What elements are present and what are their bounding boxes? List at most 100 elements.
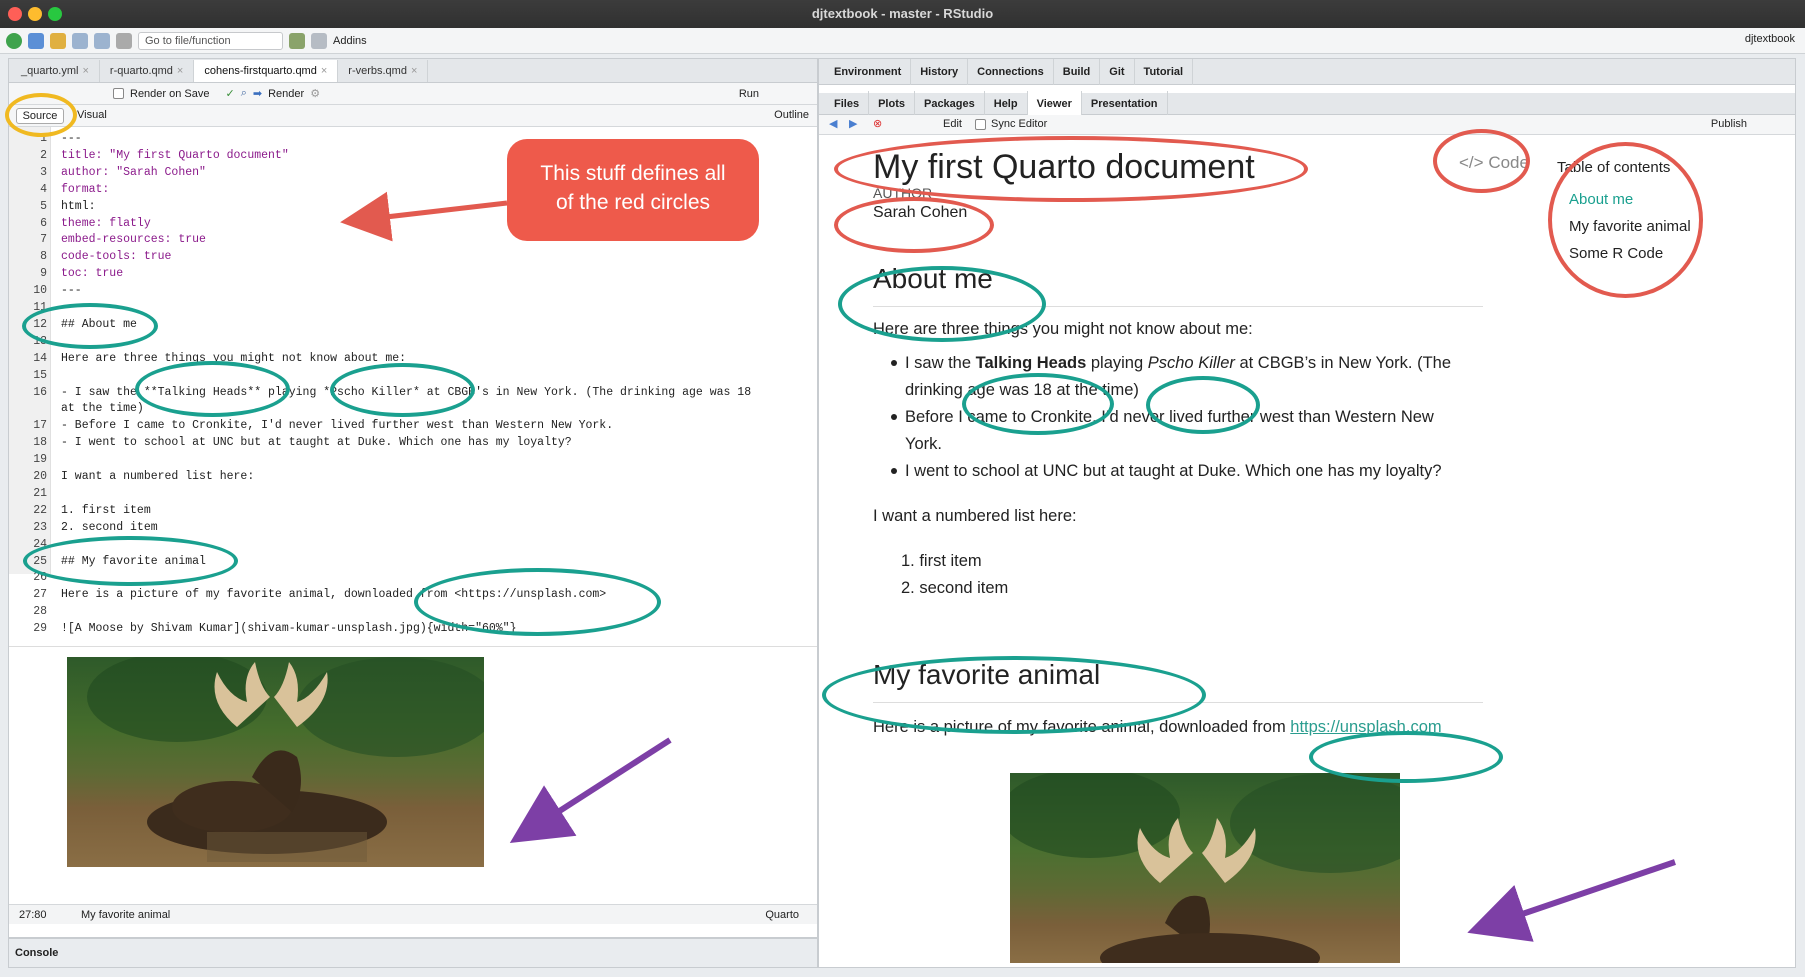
line-number: 13 — [33, 334, 47, 348]
numbered-item-1: 1. first item — [901, 552, 982, 570]
line-gutter: 1 2 3 4 5 6 7 8 9 10 11 12 13 14 15 16 17 18 19 20 21 22 23 24 2… — [9, 127, 51, 635]
back-icon[interactable]: ◀ — [829, 117, 837, 130]
tab-connections[interactable]: Connections — [968, 59, 1054, 85]
line-number: 3 — [40, 165, 47, 179]
title-bar: djtextbook - master - RStudio — [0, 0, 1805, 28]
toc-item-favorite-animal[interactable]: My favorite animal — [1569, 218, 1691, 235]
callout-line-1: This stuff defines all — [540, 162, 726, 185]
new-file-icon[interactable] — [6, 32, 22, 49]
toc-item-some-r-code[interactable]: Some R Code — [1569, 245, 1663, 262]
author-label: AUTHOR — [873, 185, 933, 201]
code-line: theme: flatly — [61, 216, 151, 230]
project-menu[interactable]: djtextbook — [1745, 33, 1795, 45]
new-project-icon[interactable] — [28, 32, 44, 49]
line-number: 24 — [33, 537, 47, 551]
print-icon[interactable] — [116, 32, 132, 49]
close-tab-icon[interactable]: × — [82, 65, 88, 77]
render-button[interactable]: Render — [268, 88, 304, 100]
code-line: at the time) — [61, 402, 144, 416]
source-mode-button[interactable]: Source — [16, 108, 64, 124]
code-line: code-tools: true — [61, 250, 172, 264]
file-type-menu[interactable]: Quarto — [765, 905, 799, 925]
moose-image — [67, 657, 484, 867]
tab-tutorial[interactable]: Tutorial — [1135, 59, 1194, 85]
publish-button[interactable]: Publish — [1711, 118, 1747, 130]
stop-icon[interactable]: ⊗ — [873, 117, 882, 130]
grid-icon[interactable] — [311, 32, 327, 49]
italic-text: Pscho Killer — [1147, 354, 1235, 372]
bullet — [891, 468, 897, 474]
close-window-button[interactable] — [8, 7, 22, 21]
outline-button[interactable]: Outline — [774, 109, 809, 121]
heading-about-me: About me — [873, 263, 993, 294]
code-line: embed-resources: true — [61, 233, 206, 247]
section-navigator[interactable]: My favorite animal — [81, 905, 170, 925]
sync-editor-checkbox[interactable] — [975, 119, 986, 130]
render-on-save-checkbox[interactable] — [113, 88, 124, 99]
render-icon[interactable]: ➡ — [253, 87, 262, 100]
visual-mode-button[interactable]: Visual — [77, 109, 107, 121]
close-tab-icon[interactable]: × — [321, 65, 327, 77]
code-line: Here are three things you might not know… — [61, 351, 407, 365]
main-toolbar: Go to file/function Addins djtextbook — [0, 28, 1805, 54]
tab-label: r-quarto.qmd — [109, 65, 173, 77]
line-number: 11 — [33, 301, 47, 314]
toc-item-about-me[interactable]: About me — [1569, 191, 1633, 208]
viewer-toolbar: ◀ ▶ ⊗ Edit Sync Editor Publish — [819, 115, 1795, 135]
text: Here is a picture of my favorite animal,… — [873, 718, 1291, 736]
tab-presentation[interactable]: Presentation — [1082, 90, 1168, 117]
tab-quarto-yml[interactable]: _quarto.yml × — [11, 60, 100, 82]
forward-icon[interactable]: ▶ — [849, 117, 857, 130]
tab-environment[interactable]: Environment — [825, 59, 912, 85]
environment-tabs: Environment History Connections Build Gi… — [819, 59, 1795, 85]
tab-viewer[interactable]: Viewer — [1027, 90, 1082, 117]
search-icon[interactable]: ⌕ — [241, 87, 247, 100]
close-tab-icon[interactable]: × — [411, 65, 417, 77]
tab-history[interactable]: History — [911, 59, 969, 85]
editor-toolbar: Render on Save ✓ ⌕ ➡ Render ⚙ Run — [9, 83, 817, 105]
save-all-icon[interactable] — [94, 32, 110, 49]
tab-files[interactable]: Files — [825, 90, 870, 117]
code-line: 2. second item — [61, 520, 158, 534]
console-pane[interactable]: Console — [8, 938, 818, 968]
list-item-3: I went to school at UNC but at taught at… — [905, 462, 1442, 480]
text: at CBGB’s in New York. (The — [1234, 354, 1451, 372]
tab-help[interactable]: Help — [985, 90, 1028, 117]
addins-menu[interactable]: Addins — [333, 35, 367, 47]
line-number: 23 — [33, 520, 47, 534]
right-pane: Environment History Connections Build Gi… — [818, 58, 1796, 968]
code-line: --- — [61, 284, 82, 298]
run-button[interactable]: Run — [739, 88, 759, 100]
tab-r-verbs[interactable]: r-verbs.qmd × — [338, 60, 429, 82]
line-number: 12 — [33, 317, 47, 331]
editor-mode-bar: Source Visual Outline — [9, 105, 817, 127]
tab-plots[interactable]: Plots — [869, 90, 915, 117]
go-to-file-input[interactable]: Go to file/function — [138, 31, 283, 50]
tab-r-quarto[interactable]: r-quarto.qmd × — [100, 60, 195, 82]
code-tools-button[interactable]: </> Code — [1459, 153, 1529, 173]
heading-favorite-animal: My favorite animal — [873, 659, 1101, 690]
tab-label: r-verbs.qmd — [348, 65, 407, 77]
edit-button[interactable]: Edit — [943, 118, 962, 130]
sync-editor-label: Sync Editor — [991, 118, 1048, 130]
tab-cohens-firstquarto[interactable]: cohens-firstquarto.qmd × — [194, 60, 339, 82]
tab-packages[interactable]: Packages — [915, 90, 985, 117]
save-icon[interactable] — [72, 32, 88, 49]
close-tab-icon[interactable]: × — [177, 65, 183, 77]
settings-icon[interactable]: ⚙ — [310, 87, 320, 100]
code-line: ![A Moose by Shivam Kumar](shivam-kumar-… — [61, 622, 517, 636]
code-line: Here is a picture of my favorite animal,… — [61, 588, 607, 602]
open-file-icon[interactable] — [50, 32, 66, 49]
zoom-window-button[interactable] — [48, 7, 62, 21]
annotation-callout: This stuff defines all of the red circle… — [507, 139, 759, 241]
tab-git[interactable]: Git — [1100, 59, 1135, 85]
code-line: ## My favorite animal — [61, 554, 206, 568]
list-item-2-cont: York. — [905, 435, 942, 453]
unsplash-link[interactable]: https://unsplash.com — [1290, 718, 1441, 736]
git-icon[interactable] — [289, 32, 305, 49]
line-number: 4 — [40, 182, 47, 196]
minimize-window-button[interactable] — [28, 7, 42, 21]
spellcheck-icon[interactable]: ✓ — [226, 87, 235, 100]
line-number: 6 — [40, 216, 47, 230]
tab-build[interactable]: Build — [1054, 59, 1101, 85]
